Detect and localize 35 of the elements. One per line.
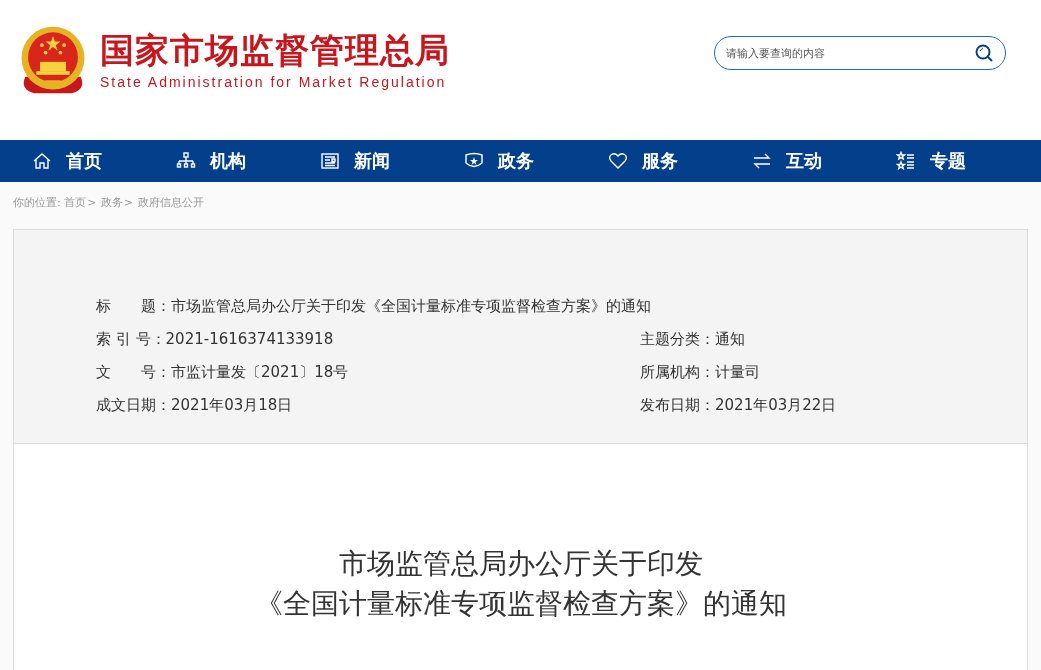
- field-value: 2021-1616374133918: [165, 330, 334, 348]
- field-value: 市监计量发〔2021〕18号: [171, 363, 349, 381]
- field-label: 发布日期：: [640, 396, 715, 414]
- nav-link[interactable]: 专题: [896, 140, 1040, 182]
- field-label: 成文日期：: [96, 396, 171, 414]
- nav-link[interactable]: 机构: [176, 140, 320, 182]
- field-label: 标 题：: [96, 297, 171, 315]
- nav-link[interactable]: 互动: [752, 140, 896, 182]
- nav-link[interactable]: 政务: [464, 140, 608, 182]
- field-value: 通知: [715, 330, 745, 348]
- field-value: 2021年03月22日: [715, 396, 837, 414]
- field-value: 市场监管总局办公厅关于印发《全国计量标准专项监督检查方案》的通知: [171, 297, 651, 315]
- star-list-icon: [896, 151, 916, 171]
- site-subtitle: State Administration for Market Regulation: [100, 74, 448, 90]
- nav-link[interactable]: 服务: [608, 140, 752, 182]
- article-title: 市场监管总局办公厅关于印发 《全国计量标准专项监督检查方案》的通知: [253, 546, 788, 622]
- breadcrumb-separator: >: [123, 196, 134, 209]
- field-label: 文 号：: [96, 363, 171, 381]
- heart-icon: [608, 151, 628, 171]
- search-field[interactable]: 请输入要查询的内容: [714, 36, 1006, 70]
- site-title: 国家市场监督管理总局: [100, 30, 450, 70]
- nav-link[interactable]: 首页: [32, 140, 176, 182]
- newspaper-icon: [320, 151, 340, 171]
- breadcrumb-separator: >: [87, 196, 97, 209]
- field-value: 计量司: [715, 363, 760, 381]
- search-icon[interactable]: [974, 43, 994, 63]
- field-value: 2021年03月18日: [171, 396, 293, 414]
- org-chart-icon: [176, 151, 196, 171]
- swap-arrows-icon: [752, 151, 772, 171]
- field-label: 索 引 号：: [96, 330, 166, 348]
- field-label: 主题分类：: [640, 330, 715, 348]
- home-icon: [32, 151, 52, 171]
- breadcrumb-prefix: 你的位置:: [13, 196, 61, 209]
- nav-link[interactable]: 新闻: [320, 140, 464, 182]
- field-label: 所属机构：: [640, 363, 715, 381]
